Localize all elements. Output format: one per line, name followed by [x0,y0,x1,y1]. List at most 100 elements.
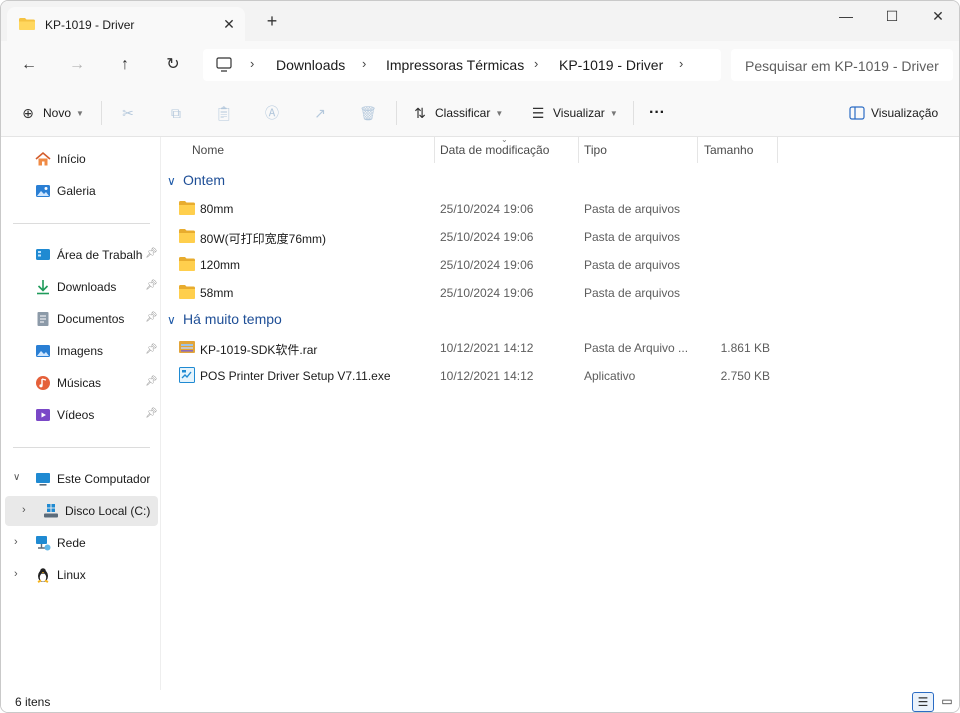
drive-icon [44,504,58,518]
list-item[interactable]: KP-1019-SDK软件.rar 10/12/2021 14:12 Pasta… [177,334,777,362]
close-window-button[interactable]: ✕ [915,1,959,33]
close-tab-icon[interactable]: ✕ [221,16,237,32]
sort-button[interactable]: ⇅ Classificar ▼ [411,101,503,125]
sidebar-item-inicio[interactable]: Início [5,144,158,174]
sidebar-item-este-computador[interactable]: ∨ Este Computador [5,464,158,494]
pin-icon[interactable]: 📌︎ [145,344,158,355]
installer-icon [179,367,195,383]
sidebar-item-documentos[interactable]: Documentos 📌︎ [5,304,158,334]
network-icon [36,536,51,551]
home-icon [35,151,51,166]
chevron-right-icon[interactable]: › [14,568,18,580]
more-options-button[interactable]: ··· [649,101,665,125]
share-button[interactable]: ↗ [311,101,329,125]
back-button[interactable]: ← [17,53,41,77]
chevron-right-icon: › [534,56,539,71]
breadcrumb-current-folder[interactable]: KP-1019 - Driver [559,57,663,73]
list-item[interactable]: 58mm 25/10/2024 19:06 Pasta de arquivos [177,279,777,307]
breadcrumb-impressoras[interactable]: Impressoras Térmicas [386,57,524,73]
tiles-view-icon: ▭ [941,694,953,708]
rename-icon: Ⓐ [265,105,279,121]
new-tab-button[interactable]: + [263,12,281,31]
minimize-button[interactable]: — [823,1,869,33]
forward-button[interactable]: → [65,53,89,77]
pin-icon[interactable]: 📌︎ [145,312,158,323]
column-header-type[interactable]: Tipo [584,143,607,157]
maximize-button[interactable]: ☐ [869,1,915,33]
sidebar-item-label: Galeria [57,184,96,198]
tiles-view-button[interactable]: ▭ [936,692,958,712]
sidebar-item-downloads[interactable]: Downloads 📌︎ [5,272,158,302]
sidebar-item-videos[interactable]: Vídeos 📌︎ [5,400,158,430]
refresh-button[interactable]: ↻ [161,53,185,77]
group-title: Ontem [183,172,226,188]
list-item[interactable]: POS Printer Driver Setup V7.11.exe 10/12… [177,362,777,390]
up-button[interactable]: ↑ [113,53,137,77]
details-view-button[interactable]: ☰ [912,692,934,712]
chevron-right-icon[interactable]: › [22,504,26,516]
chevron-right-icon[interactable]: › [14,536,18,548]
file-date: 10/12/2021 14:12 [440,341,534,355]
paste-icon: 📋︎ [215,105,233,121]
file-date: 25/10/2024 19:06 [440,286,534,300]
breadcrumb-downloads[interactable]: Downloads [276,57,345,73]
search-placeholder: Pesquisar em KP-1019 - Driver [745,58,939,74]
list-view-icon: ☰ [531,105,545,121]
chevron-right-icon: › [362,56,367,71]
preview-pane-button[interactable]: Visualização [849,101,938,125]
column-header-name[interactable]: Nome [192,143,224,157]
address-bar[interactable]: › Downloads › Impressoras Térmicas › KP-… [203,49,721,81]
sidebar-item-rede[interactable]: › Rede [5,528,158,558]
pin-icon[interactable]: 📌︎ [145,280,158,291]
pin-icon[interactable]: 📌︎ [145,408,158,419]
cut-button[interactable]: ✂ [119,101,137,125]
plus-circle-icon: ⊕ [22,105,34,121]
view-button[interactable]: ☰ Visualizar ▼ [529,101,618,125]
sidebar-item-label: Este Computador [57,472,151,486]
column-header-size[interactable]: Tamanho [704,143,753,157]
chevron-down-icon: ▼ [495,108,504,118]
preview-pane-icon [849,106,865,120]
search-input[interactable]: Pesquisar em KP-1019 - Driver [731,49,953,81]
delete-button[interactable]: 🗑︎ [359,101,377,125]
file-name: 80W(可打印宽度76mm) [200,232,327,246]
sidebar-item-label: Vídeos [57,408,95,422]
file-type: Aplicativo [584,369,636,383]
list-item[interactable]: 80mm 25/10/2024 19:06 Pasta de arquivos [177,195,777,223]
pin-icon[interactable]: 📌︎ [145,376,158,387]
title-bar: KP-1019 - Driver ✕ + — ☐ ✕ [1,1,959,41]
sidebar-item-desktop[interactable]: Área de Trabalho 📌︎ [5,240,158,270]
paste-button[interactable]: 📋︎ [215,101,233,125]
sidebar-item-galeria[interactable]: Galeria [5,176,158,206]
new-button[interactable]: ⊕ Novo ▼ [19,101,84,125]
folder-icon [179,257,195,271]
pin-icon[interactable]: 📌︎ [145,248,158,259]
list-item[interactable]: 80W(可打印宽度76mm) 25/10/2024 19:06 Pasta de… [177,223,777,251]
list-item[interactable]: 120mm 25/10/2024 19:06 Pasta de arquivos [177,251,777,279]
copy-button[interactable]: ⧉ [167,101,185,125]
file-date: 10/12/2021 14:12 [440,369,534,383]
tab-current[interactable]: KP-1019 - Driver ✕ [7,7,245,41]
folder-icon [179,201,195,215]
status-bar: 6 itens ☰ ▭ [1,690,959,712]
folder-icon [179,229,195,243]
divider [101,101,102,125]
sidebar-item-musicas[interactable]: Músicas 📌︎ [5,368,158,398]
maximize-icon: ☐ [885,8,899,24]
divider [578,137,579,163]
close-icon: ✕ [932,8,944,24]
column-header-date[interactable]: Data de modificação [440,143,549,157]
sidebar-item-disco-local[interactable]: › Disco Local (C:) [5,496,158,526]
chevron-down-icon[interactable]: ∨ [13,472,20,483]
sidebar-item-imagens[interactable]: Imagens 📌︎ [5,336,158,366]
chevron-down-icon: ∨ [167,313,176,327]
column-headers: ⌄ Nome Data de modificação Tipo Tamanho [161,135,781,163]
sidebar-item-label: Downloads [57,280,117,294]
videos-icon [36,409,50,421]
chevron-right-icon[interactable]: › [679,56,683,71]
file-date: 25/10/2024 19:06 [440,258,534,272]
folder-icon [19,18,35,30]
sidebar-item-linux[interactable]: › Linux [5,560,158,590]
gallery-icon [36,185,50,197]
rename-button[interactable]: Ⓐ [263,101,281,125]
